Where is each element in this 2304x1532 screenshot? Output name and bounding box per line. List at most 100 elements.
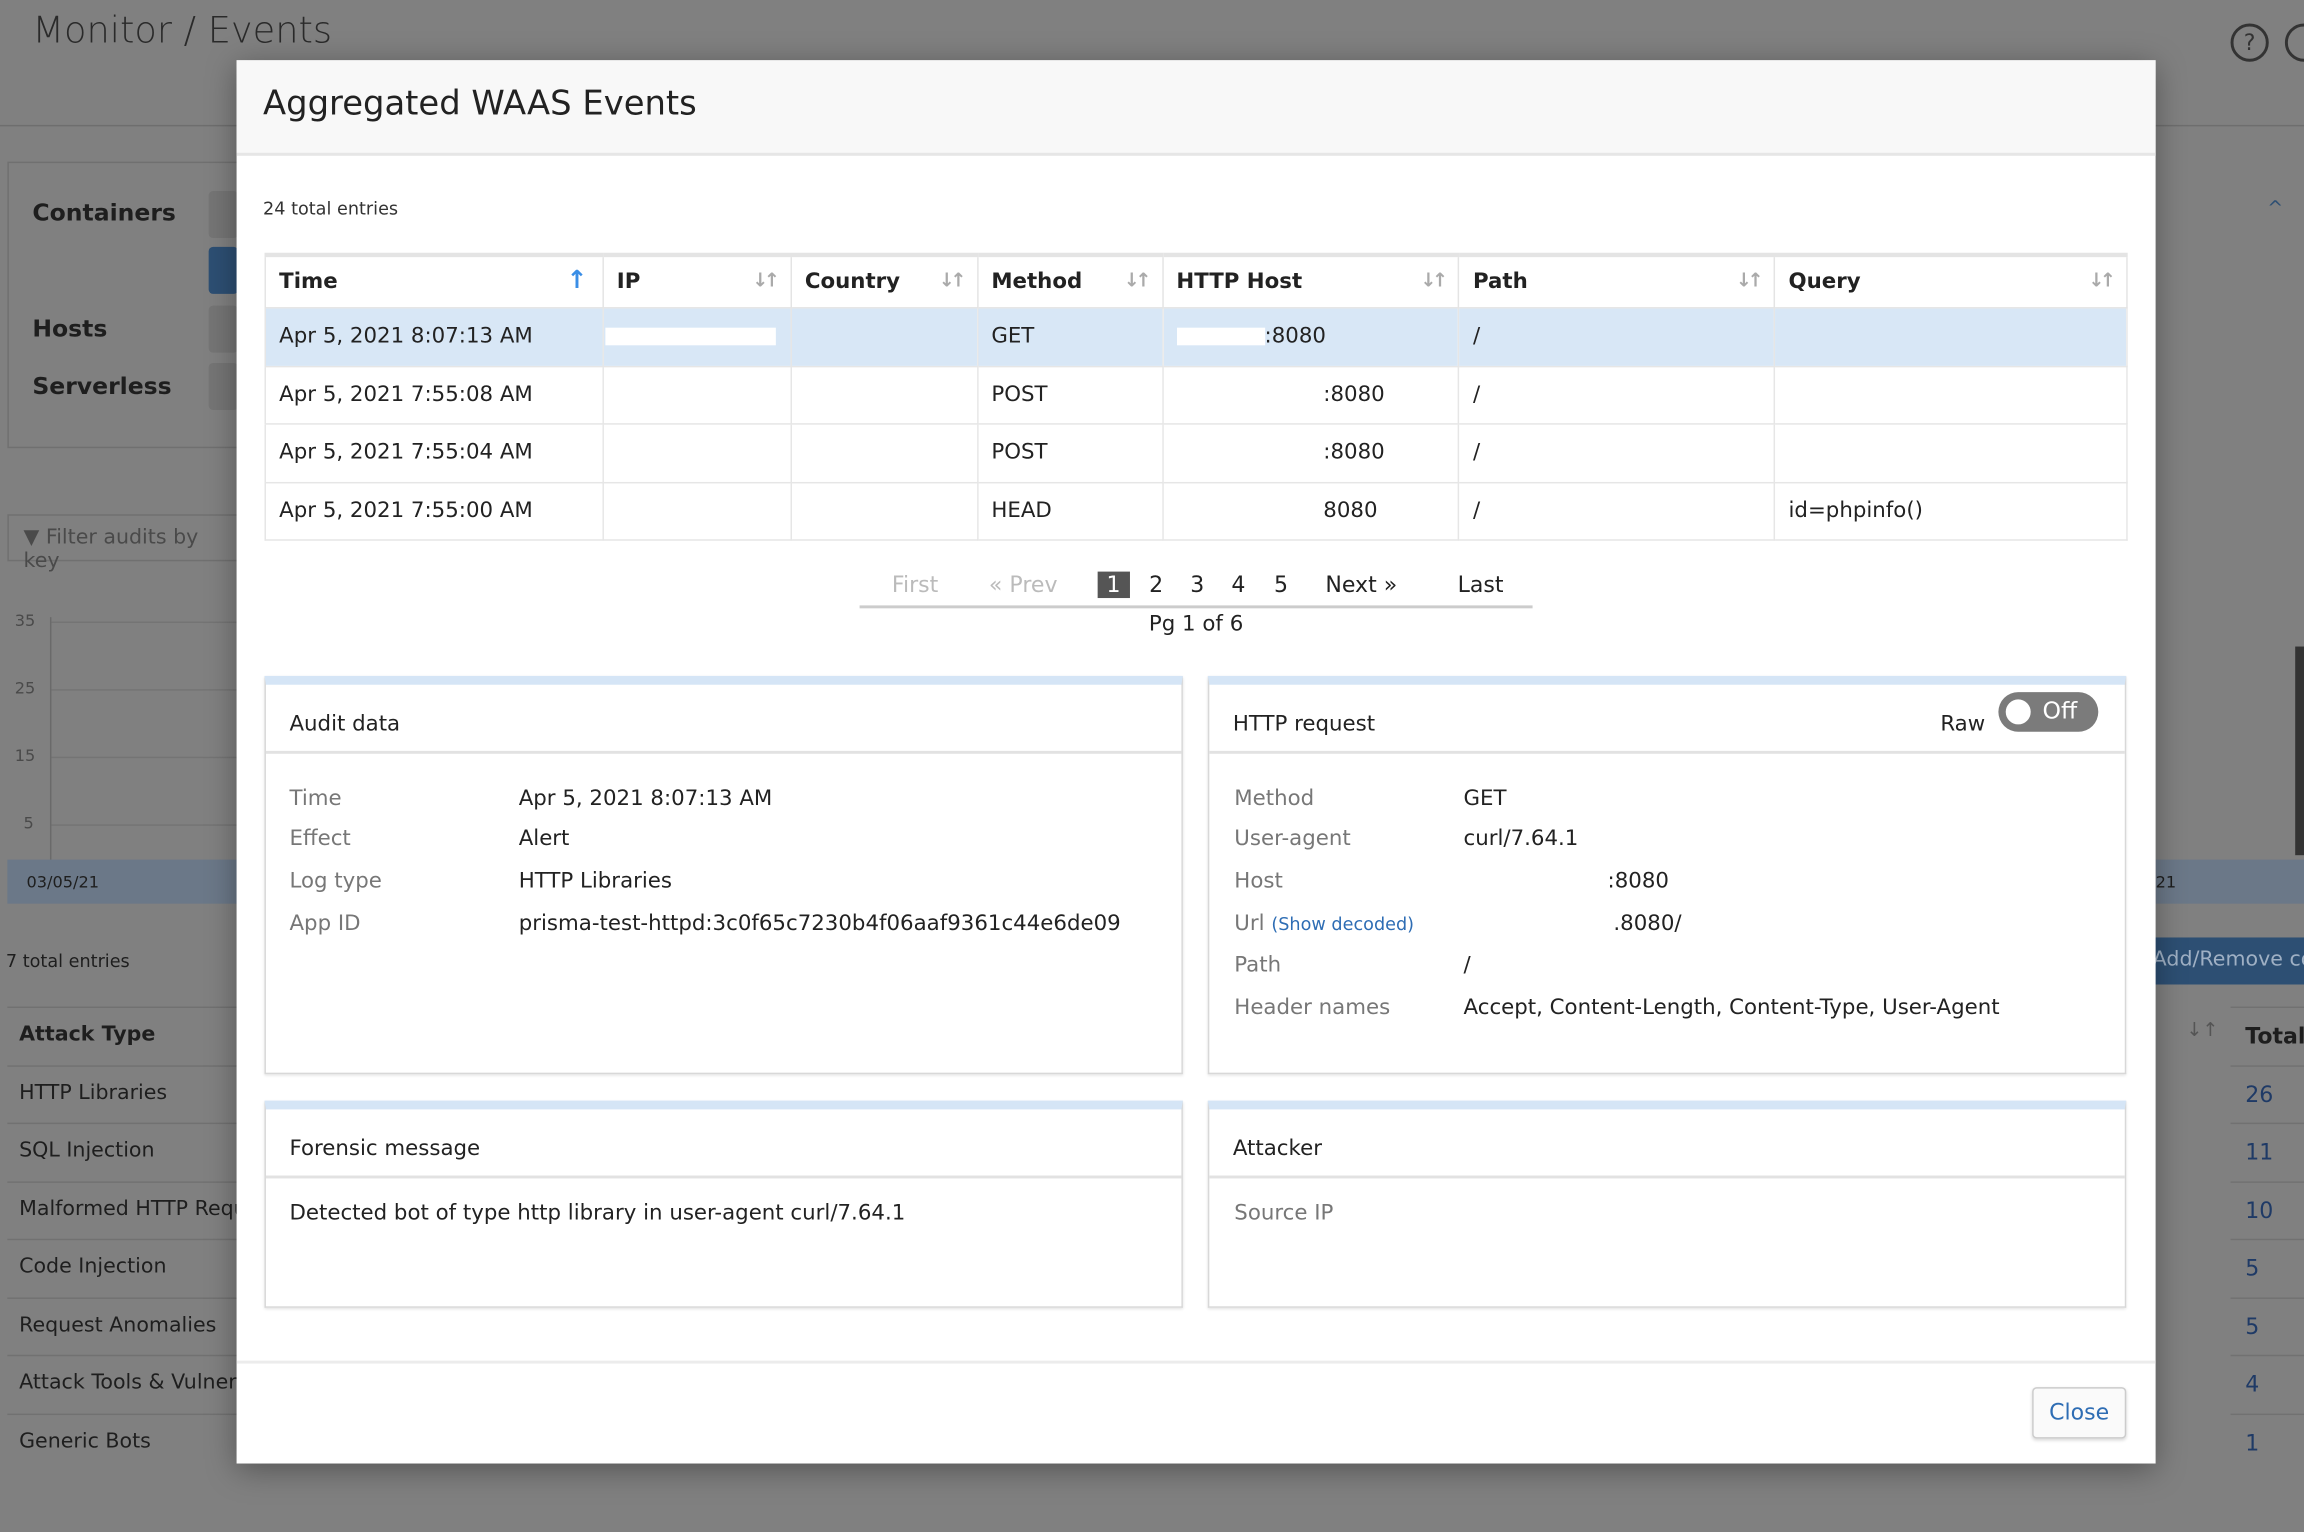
sort-icon[interactable]: ↓↑	[2088, 270, 2116, 292]
method-cell: HEAD	[976, 481, 1164, 541]
field-value: Apr 5, 2021 8:07:13 AM	[519, 788, 773, 812]
attack-type-header[interactable]: Attack Type	[7, 1006, 243, 1065]
attack-row[interactable]: SQL Injection	[7, 1122, 243, 1181]
next-label: Next	[1325, 571, 1377, 599]
x-label: 03/05/21	[26, 872, 100, 892]
total-header[interactable]: Total	[2230, 1006, 2304, 1065]
table-row[interactable]: Apr 5, 2021 7:55:04 AM POST :8080 /	[264, 423, 2128, 483]
sort-icon[interactable]: ↓↑	[1124, 270, 1152, 292]
column-header[interactable]: Country ↓↑	[790, 252, 979, 309]
field-value: prisma-test-httpd:3c0f65c7230b4f06aaf936…	[519, 912, 1121, 936]
add-remove-columns-button[interactable]: Add/Remove co	[2152, 937, 2304, 985]
column-header[interactable]: Time ↑	[264, 252, 604, 309]
scrollbar[interactable]	[2295, 646, 2304, 856]
filter-input[interactable]: ▼ Filter audits by key	[7, 514, 243, 573]
redacted-host	[1176, 502, 1324, 520]
next-button[interactable]: Next »	[1325, 572, 1397, 598]
panel-title: Forensic message	[289, 1137, 481, 1161]
page-3[interactable]: 3	[1190, 572, 1204, 598]
page-4[interactable]: 4	[1231, 572, 1245, 598]
table-row[interactable]: Apr 5, 2021 8:07:13 AM GET :8080 /	[264, 307, 2128, 367]
page-2[interactable]: 2	[1149, 572, 1163, 598]
x-label: 21	[2155, 872, 2177, 892]
attack-row[interactable]: Malformed HTTP Requ	[7, 1180, 243, 1239]
table-row[interactable]: Apr 5, 2021 7:55:08 AM POST :8080 /	[264, 365, 2128, 425]
field-value: /	[1464, 954, 1471, 978]
country-cell	[790, 307, 979, 367]
containers-select[interactable]	[208, 191, 239, 239]
panel-title: Audit data	[289, 712, 401, 737]
hosts-select[interactable]	[208, 305, 239, 353]
prev-label: Prev	[1009, 571, 1058, 599]
sort-icon[interactable]: ↓↑	[939, 270, 967, 292]
field-value-text: Alert	[518, 827, 570, 851]
last-button[interactable]: Last	[1458, 572, 1504, 598]
close-button[interactable]: Close	[2032, 1387, 2127, 1439]
column-header[interactable]: HTTP Host ↓↑	[1161, 252, 1460, 309]
field-value-text: GET	[1463, 787, 1507, 812]
attack-row[interactable]: Generic Bots	[7, 1412, 243, 1471]
host-cell: :8080	[1161, 423, 1460, 483]
field-label-text: Log type	[289, 869, 382, 894]
tick-label: 35	[14, 611, 36, 631]
column-header[interactable]: Method ↓↑	[976, 252, 1164, 309]
sort-icon[interactable]: ↓↑	[1736, 270, 1764, 292]
waas-button[interactable]	[208, 246, 239, 294]
field-label: Effect	[289, 827, 350, 851]
help-icon[interactable]: ?	[2230, 23, 2269, 62]
gridline	[51, 756, 243, 759]
attack-total[interactable]: 5	[2230, 1296, 2304, 1355]
chart-range-bar-right[interactable]: 21	[2155, 859, 2304, 904]
sort-icon[interactable]: ↓↑	[1420, 270, 1448, 292]
query-cell: id=phpinfo()	[1773, 481, 2128, 541]
panel-title: Attacker	[1232, 1137, 1322, 1161]
field-value-text: Apr 5, 2021 8:07:13 AM	[518, 787, 773, 812]
field-label: Header names	[1234, 996, 1390, 1020]
column-header[interactable]: IP ↓↑	[602, 252, 792, 309]
column-label: Query	[1788, 270, 1861, 294]
sort-ascending-icon[interactable]: ↑	[566, 266, 587, 295]
attack-total[interactable]: 5	[2230, 1238, 2304, 1297]
serverless-select[interactable]	[208, 362, 239, 410]
tick-label: 15	[14, 746, 36, 766]
field-label-text: Time	[289, 787, 342, 812]
attack-total[interactable]: 10	[2230, 1180, 2304, 1239]
time-cell: Apr 5, 2021 8:07:13 AM	[264, 307, 604, 367]
total-entries: 24 total entries	[263, 198, 399, 219]
sort-icon[interactable]: ↓↑	[752, 270, 780, 292]
attack-total[interactable]: 4	[2230, 1354, 2304, 1413]
column-label: Time	[279, 270, 338, 294]
field-value: GET	[1464, 788, 1507, 812]
attack-total[interactable]: 1	[2230, 1412, 2304, 1471]
user-icon[interactable]	[2284, 23, 2304, 62]
attack-total[interactable]: 26	[2230, 1064, 2304, 1123]
column-header[interactable]: Query ↓↑	[1773, 252, 2128, 309]
tick-label: 5	[23, 814, 34, 834]
divider	[265, 1175, 1182, 1179]
filter-icon: ▼	[23, 526, 46, 550]
panel-title: HTTP request	[1232, 712, 1376, 737]
attack-row[interactable]: Request Anomalies	[7, 1296, 243, 1355]
page-1[interactable]: 1	[1097, 571, 1130, 599]
page-5[interactable]: 5	[1274, 572, 1288, 598]
sort-icon[interactable]: ↓↑	[2186, 1020, 2218, 1042]
collapse-icon[interactable]: ^	[2267, 198, 2283, 220]
field-value: Alert	[519, 827, 570, 851]
double-chevron-left-icon: «	[988, 571, 1003, 599]
column-header[interactable]: Path ↓↑	[1458, 252, 1776, 309]
footer-divider	[236, 1360, 2156, 1364]
attack-row[interactable]: Attack Tools & Vulnera	[7, 1354, 243, 1413]
attack-row[interactable]: HTTP Libraries	[7, 1064, 243, 1123]
first-button[interactable]: First	[892, 572, 938, 598]
attack-row[interactable]: Code Injection	[7, 1238, 243, 1297]
hosts-label: Hosts	[32, 314, 108, 343]
raw-toggle[interactable]: Off	[1998, 692, 2099, 732]
source-ip-label: Source IP	[1234, 1201, 1334, 1226]
prev-button[interactable]: « Prev	[989, 572, 1058, 598]
chart-range-bar[interactable]: 03/05/21	[7, 859, 243, 904]
field-label: Log type	[289, 870, 381, 894]
attack-total[interactable]: 11	[2230, 1122, 2304, 1181]
show-decoded-link[interactable]: (Show decoded)	[1271, 914, 1414, 935]
column-label: HTTP Host	[1176, 270, 1303, 294]
table-row[interactable]: Apr 5, 2021 7:55:00 AM HEAD 8080 / id=ph…	[264, 481, 2128, 541]
